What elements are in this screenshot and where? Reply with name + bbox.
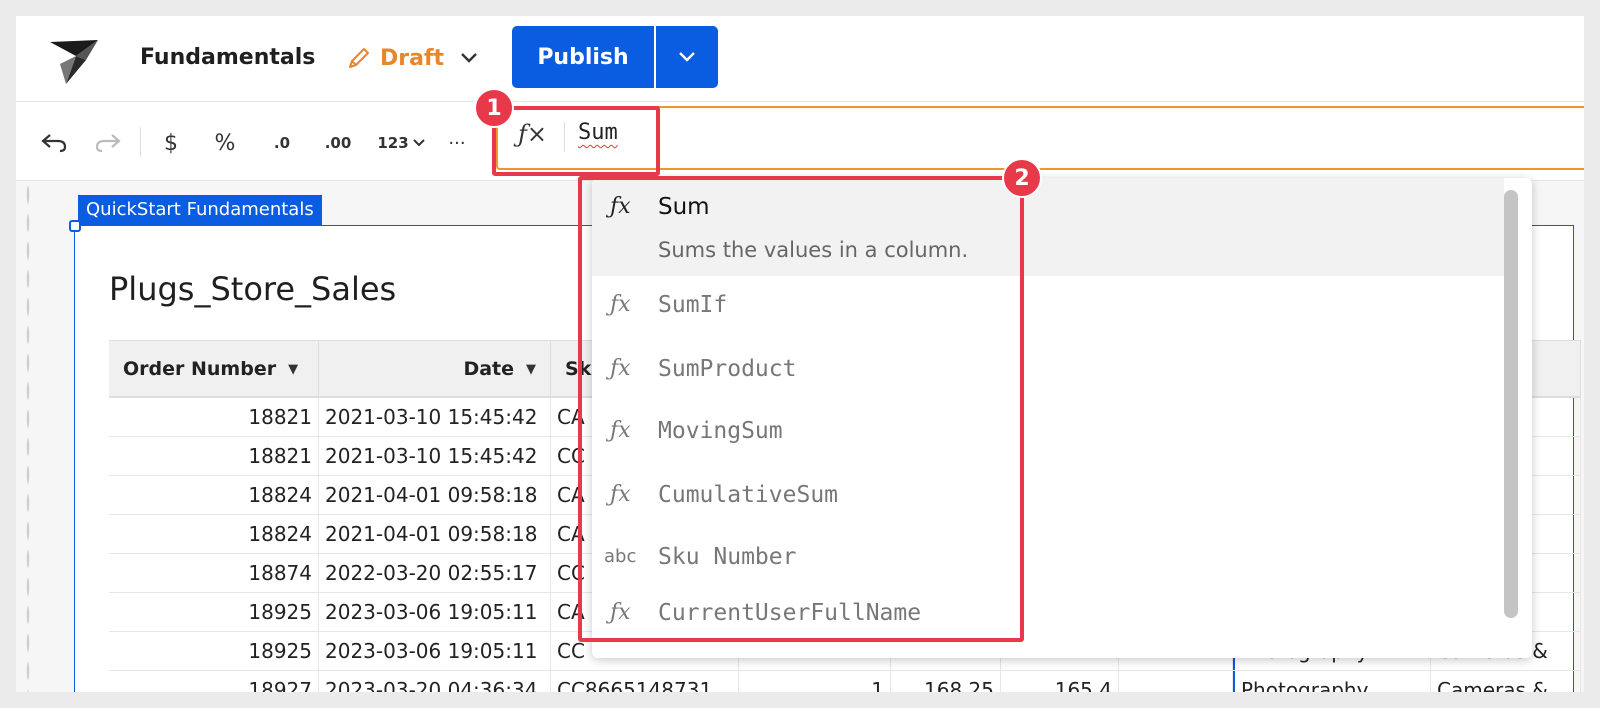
sort-caret-icon[interactable]: ▼ [526, 362, 536, 377]
chevron-down-icon [679, 52, 695, 62]
column-header[interactable]: Order Number ▼ [109, 341, 319, 397]
column-header-label: Date [463, 358, 514, 380]
toolbar-divider [140, 127, 141, 157]
scrollbar[interactable] [1504, 190, 1518, 618]
number-format-dropdown[interactable]: 123 [374, 125, 428, 161]
grid-dots [26, 181, 30, 692]
callout-box-formula [492, 106, 660, 176]
table-cell[interactable]: CC8665148731 [551, 671, 739, 692]
sigma-logo-icon[interactable] [46, 34, 102, 86]
decrease-decimals-label: .0 [273, 134, 291, 152]
decrease-decimals-button[interactable]: .0 [264, 125, 300, 161]
workbook-title[interactable]: Fundamentals [140, 40, 315, 76]
currency-format-button[interactable]: $ [156, 125, 186, 161]
column-header[interactable]: Date ▼ [319, 341, 551, 397]
table-cell[interactable]: 18927 [109, 671, 319, 692]
table-cell[interactable]: 2021-04-01 09:58:18 [319, 515, 551, 553]
sort-caret-icon[interactable]: ▼ [288, 362, 298, 377]
callout-badge-2: 2 [1002, 158, 1042, 198]
redo-icon [95, 134, 121, 153]
table-cell[interactable]: 18821 [109, 398, 319, 436]
table-cell[interactable]: 18824 [109, 515, 319, 553]
table-cell[interactable]: Photography [1233, 671, 1431, 692]
table-cell[interactable]: 2023-03-20 04:36:34 [319, 671, 551, 692]
draft-label: Draft [380, 45, 445, 71]
chevron-down-icon [461, 53, 477, 63]
table-cell[interactable]: 18925 [109, 632, 319, 670]
undo-button[interactable] [36, 125, 72, 161]
more-options-button[interactable]: ··· [440, 125, 474, 161]
table-cell[interactable]: 165.4 [1001, 671, 1119, 692]
table-cell[interactable] [1119, 671, 1233, 692]
table-cell[interactable]: 2021-03-10 15:45:42 [319, 398, 551, 436]
publish-button[interactable]: Publish [512, 26, 654, 88]
redo-button[interactable] [90, 125, 126, 161]
table-cell[interactable]: 18824 [109, 476, 319, 514]
undo-icon [41, 134, 67, 153]
resize-handle[interactable] [69, 220, 81, 232]
page-tag[interactable]: QuickStart Fundamentals [78, 195, 322, 225]
table-cell[interactable]: 2023-03-06 19:05:11 [319, 593, 551, 631]
increase-decimals-button[interactable]: .00 [318, 125, 358, 161]
table-row[interactable]: 18927 2023-03-20 04:36:34 CC8665148731 1 168… [109, 671, 1581, 692]
draft-status-dropdown[interactable]: Draft [346, 40, 478, 76]
callout-badge-1: 1 [474, 88, 514, 128]
table-title[interactable]: Plugs_Store_Sales [109, 270, 396, 308]
app-window: Fundamentals Draft Publish $ % .0 .00 12… [16, 16, 1584, 692]
chevron-down-icon [412, 139, 425, 147]
table-cell[interactable]: 168.25 [891, 671, 1001, 692]
table-cell[interactable]: 1 [739, 671, 891, 692]
table-cell[interactable]: 18874 [109, 554, 319, 592]
publish-options-button[interactable] [656, 26, 718, 88]
number-format-label: 123 [377, 134, 409, 152]
table-cell[interactable]: 2022-03-20 02:55:17 [319, 554, 551, 592]
column-header-label: Order Number [123, 358, 277, 380]
pencil-icon [349, 48, 369, 68]
table-cell[interactable]: 2021-04-01 09:58:18 [319, 476, 551, 514]
table-cell[interactable]: Cameras & [1431, 671, 1581, 692]
callout-box-suggestions [578, 176, 1024, 642]
table-cell[interactable]: 2023-03-06 19:05:11 [319, 632, 551, 670]
table-cell[interactable]: 18821 [109, 437, 319, 475]
percent-format-button[interactable]: % [210, 125, 240, 161]
header: Fundamentals Draft Publish [16, 16, 1584, 102]
increase-decimals-label: .00 [324, 134, 352, 152]
table-cell[interactable]: 18925 [109, 593, 319, 631]
table-cell[interactable]: 2021-03-10 15:45:42 [319, 437, 551, 475]
